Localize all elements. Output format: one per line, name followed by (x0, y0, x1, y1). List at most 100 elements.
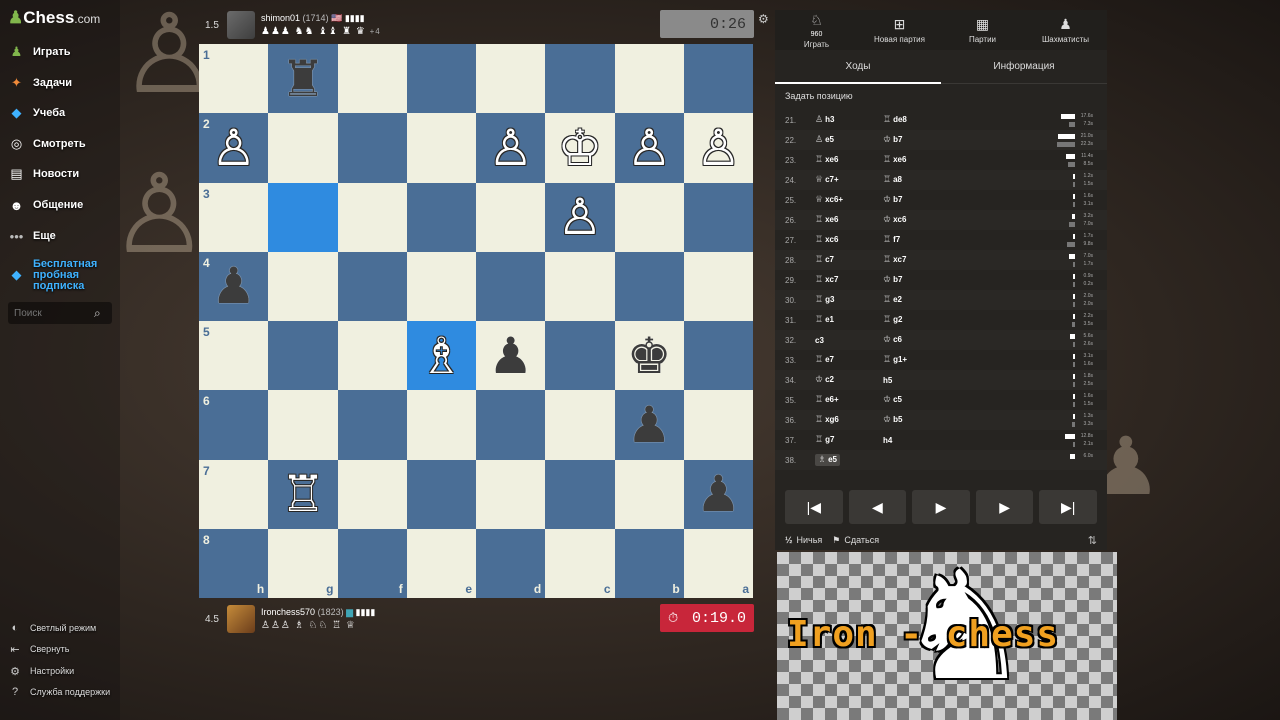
black-move[interactable]: ♔ b7 (883, 195, 951, 205)
white-piece[interactable]: ♖ (280, 469, 325, 519)
sidebar-bottom-item-3[interactable]: ⚙ Настройки (8, 663, 74, 679)
board-square[interactable] (545, 321, 615, 391)
board-square[interactable] (268, 390, 338, 460)
sidebar-bottom-item-4[interactable]: ? Служба поддержки (8, 684, 110, 700)
board-square[interactable] (406, 113, 476, 183)
board-square[interactable]: a (683, 528, 753, 598)
white-piece[interactable]: ♗ (419, 331, 464, 381)
board-square[interactable]: ♟ (683, 459, 753, 529)
white-move[interactable]: ♖ e7 (815, 355, 883, 365)
player-name[interactable]: shimon01 (1714) 🇺🇸 ▮▮▮▮ (261, 13, 381, 24)
sidebar-bottom-item-2[interactable]: ⇤ Свернуть (8, 641, 69, 657)
board-square[interactable] (614, 182, 684, 252)
sidebar-item-free-trial[interactable]: ◆ Бесплатная пробная подписка (8, 258, 103, 292)
black-move[interactable]: ♖ de8 (883, 115, 951, 125)
board-square[interactable]: ♙ (476, 113, 546, 183)
gear-icon[interactable]: ⚙ (758, 12, 769, 26)
white-move[interactable]: ♖ xe6 (815, 155, 883, 165)
board-square[interactable]: ♟ (614, 390, 684, 460)
tab-info[interactable]: Информация (941, 50, 1107, 83)
sidebar-bottom-item-1[interactable]: ◐ Светлый режим (8, 620, 97, 636)
board-square[interactable] (614, 44, 684, 114)
play-button[interactable]: ▶ (912, 490, 970, 524)
white-move[interactable]: ♖ xe6 (815, 215, 883, 225)
white-piece[interactable]: ♙ (696, 123, 741, 173)
board-square[interactable] (337, 251, 407, 321)
black-piece[interactable]: ♜ (280, 54, 325, 104)
sidebar-item-7[interactable]: ••• Еще (8, 225, 56, 247)
board-square[interactable] (476, 182, 546, 252)
white-move[interactable]: ♖ xg6 (815, 415, 883, 425)
black-move[interactable]: h4 (883, 436, 951, 445)
white-piece[interactable]: ♙ (211, 123, 256, 173)
black-move[interactable]: ♔ b5 (883, 415, 951, 425)
sidebar-item-5[interactable]: ▤ Новости (8, 163, 79, 185)
board-square[interactable] (268, 321, 338, 391)
white-move[interactable]: ♖ xc6 (815, 235, 883, 245)
board-square[interactable] (545, 390, 615, 460)
black-piece[interactable]: ♟ (211, 261, 256, 311)
white-move[interactable]: ♔ c2 (815, 375, 883, 385)
black-move[interactable]: h5 (883, 376, 951, 385)
move-list[interactable]: 21. ♙ h3 ♖ de8 17.6s 7.3s 22. ♙ e5 ♔ b7 21.0s 22.3s 23… (775, 110, 1107, 482)
board-square[interactable] (476, 44, 546, 114)
tab-2[interactable]: ⊞ Новая партия (858, 10, 941, 50)
board-square[interactable] (406, 251, 476, 321)
board-square[interactable] (268, 113, 338, 183)
board-square[interactable] (683, 321, 753, 391)
board-square[interactable]: ♔ (545, 113, 615, 183)
black-move[interactable]: ♖ g2 (883, 315, 951, 325)
board-square[interactable]: ♟ (476, 321, 546, 391)
black-move[interactable]: ♖ xc7 (883, 255, 951, 265)
black-move[interactable]: ♔ b7 (883, 275, 951, 285)
last-move-button[interactable]: ▶| (1039, 490, 1097, 524)
white-move[interactable]: ♖ e1 (815, 315, 883, 325)
board-square[interactable] (337, 182, 407, 252)
white-piece[interactable]: ♙ (557, 192, 602, 242)
board-square[interactable]: 2 ♙ (199, 113, 269, 183)
board-square[interactable]: g (268, 528, 338, 598)
sidebar-item-6[interactable]: ☻ Общение (8, 194, 84, 216)
board-square[interactable]: ♗ (406, 321, 476, 391)
board-square[interactable] (406, 459, 476, 529)
black-move[interactable]: ♔ c6 (883, 335, 951, 345)
search-input[interactable] (14, 307, 94, 319)
white-move[interactable]: ♖ c7 (815, 255, 883, 265)
board-square[interactable]: ♙ (614, 113, 684, 183)
black-move[interactable]: ♖ a8 (883, 175, 951, 185)
board-square[interactable]: ♖ (268, 459, 338, 529)
white-move[interactable]: ♖ g7 (815, 435, 883, 445)
board-square[interactable] (337, 390, 407, 460)
black-piece[interactable]: ♟ (627, 400, 672, 450)
white-move[interactable]: ♖ g3 (815, 295, 883, 305)
resign-button[interactable]: ⚑ Сдаться (832, 535, 879, 546)
set-position-link[interactable]: Задать позицию (775, 84, 1107, 108)
chess-board[interactable]: 1 ♜ 2 ♙ ♙ ♔ ♙ ♙ 3 ♙ 4 ♟ 5 ♗ ♟ ♚ 6 ♟ 7 ♖ ♟ 8 h g f e d c b a (199, 44, 753, 598)
black-move[interactable]: ♖ e2 (883, 295, 951, 305)
white-piece[interactable]: ♔ (557, 123, 602, 173)
board-square[interactable] (476, 251, 546, 321)
board-square[interactable]: ♜ (268, 44, 338, 114)
white-move[interactable]: ♙ e5 (815, 135, 883, 145)
board-square[interactable]: 3 (199, 182, 269, 252)
tab-moves[interactable]: Ходы (775, 50, 941, 84)
board-square[interactable] (614, 459, 684, 529)
black-move[interactable]: ♔ c5 (883, 395, 951, 405)
draw-button[interactable]: ½ Ничья (785, 535, 822, 545)
board-square[interactable]: 5 (199, 321, 269, 391)
white-move[interactable]: ♙ h3 (815, 115, 883, 125)
board-square[interactable] (406, 44, 476, 114)
black-move[interactable]: ♖ xe6 (883, 155, 951, 165)
board-square[interactable] (476, 390, 546, 460)
white-move[interactable]: ♕ xc6+ (815, 195, 883, 205)
board-square[interactable]: f (337, 528, 407, 598)
black-piece[interactable]: ♟ (488, 331, 533, 381)
board-square[interactable] (268, 251, 338, 321)
board-square[interactable] (683, 182, 753, 252)
board-square[interactable] (337, 459, 407, 529)
board-square[interactable]: d (476, 528, 546, 598)
board-square[interactable]: c (545, 528, 615, 598)
board-square[interactable] (337, 44, 407, 114)
sidebar-item-1[interactable]: ♟ Играть (8, 41, 71, 63)
board-square[interactable] (406, 182, 476, 252)
